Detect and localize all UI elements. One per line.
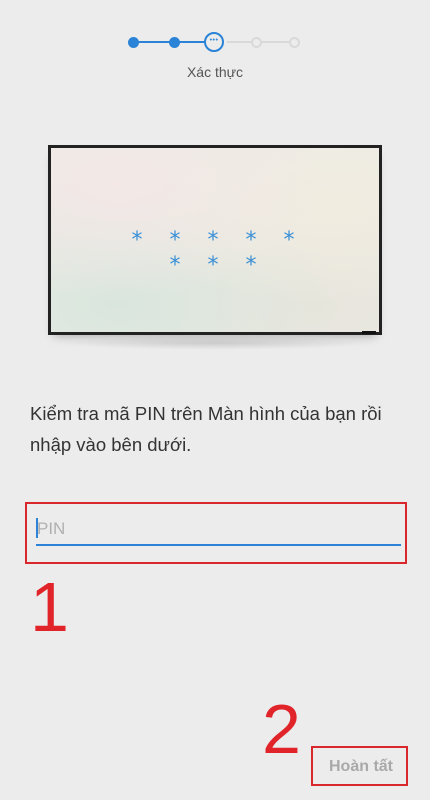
step-dot-current: ••• <box>204 32 224 52</box>
tv-stand <box>362 331 376 334</box>
pin-input[interactable] <box>36 514 401 546</box>
current-step-label: Xác thực <box>186 64 244 80</box>
instruction-text: Kiểm tra mã PIN trên Màn hình của bạn rồ… <box>30 403 382 455</box>
tv-shadow <box>60 336 370 350</box>
step-dot-2 <box>169 36 180 48</box>
done-button[interactable]: Hoàn tất <box>318 752 404 782</box>
step-dot-5 <box>289 36 300 48</box>
step-dot-1 <box>128 36 139 48</box>
tv-pin-mask: * * * * * * * * <box>131 228 305 278</box>
annotation-marker-1: 1 <box>30 568 69 646</box>
progress-stepper: ••• <box>128 32 300 52</box>
annotation-marker-2: 2 <box>262 690 301 768</box>
text-caret <box>36 518 38 538</box>
step-dot-4 <box>251 36 262 48</box>
ellipsis-icon: ••• <box>209 37 219 44</box>
